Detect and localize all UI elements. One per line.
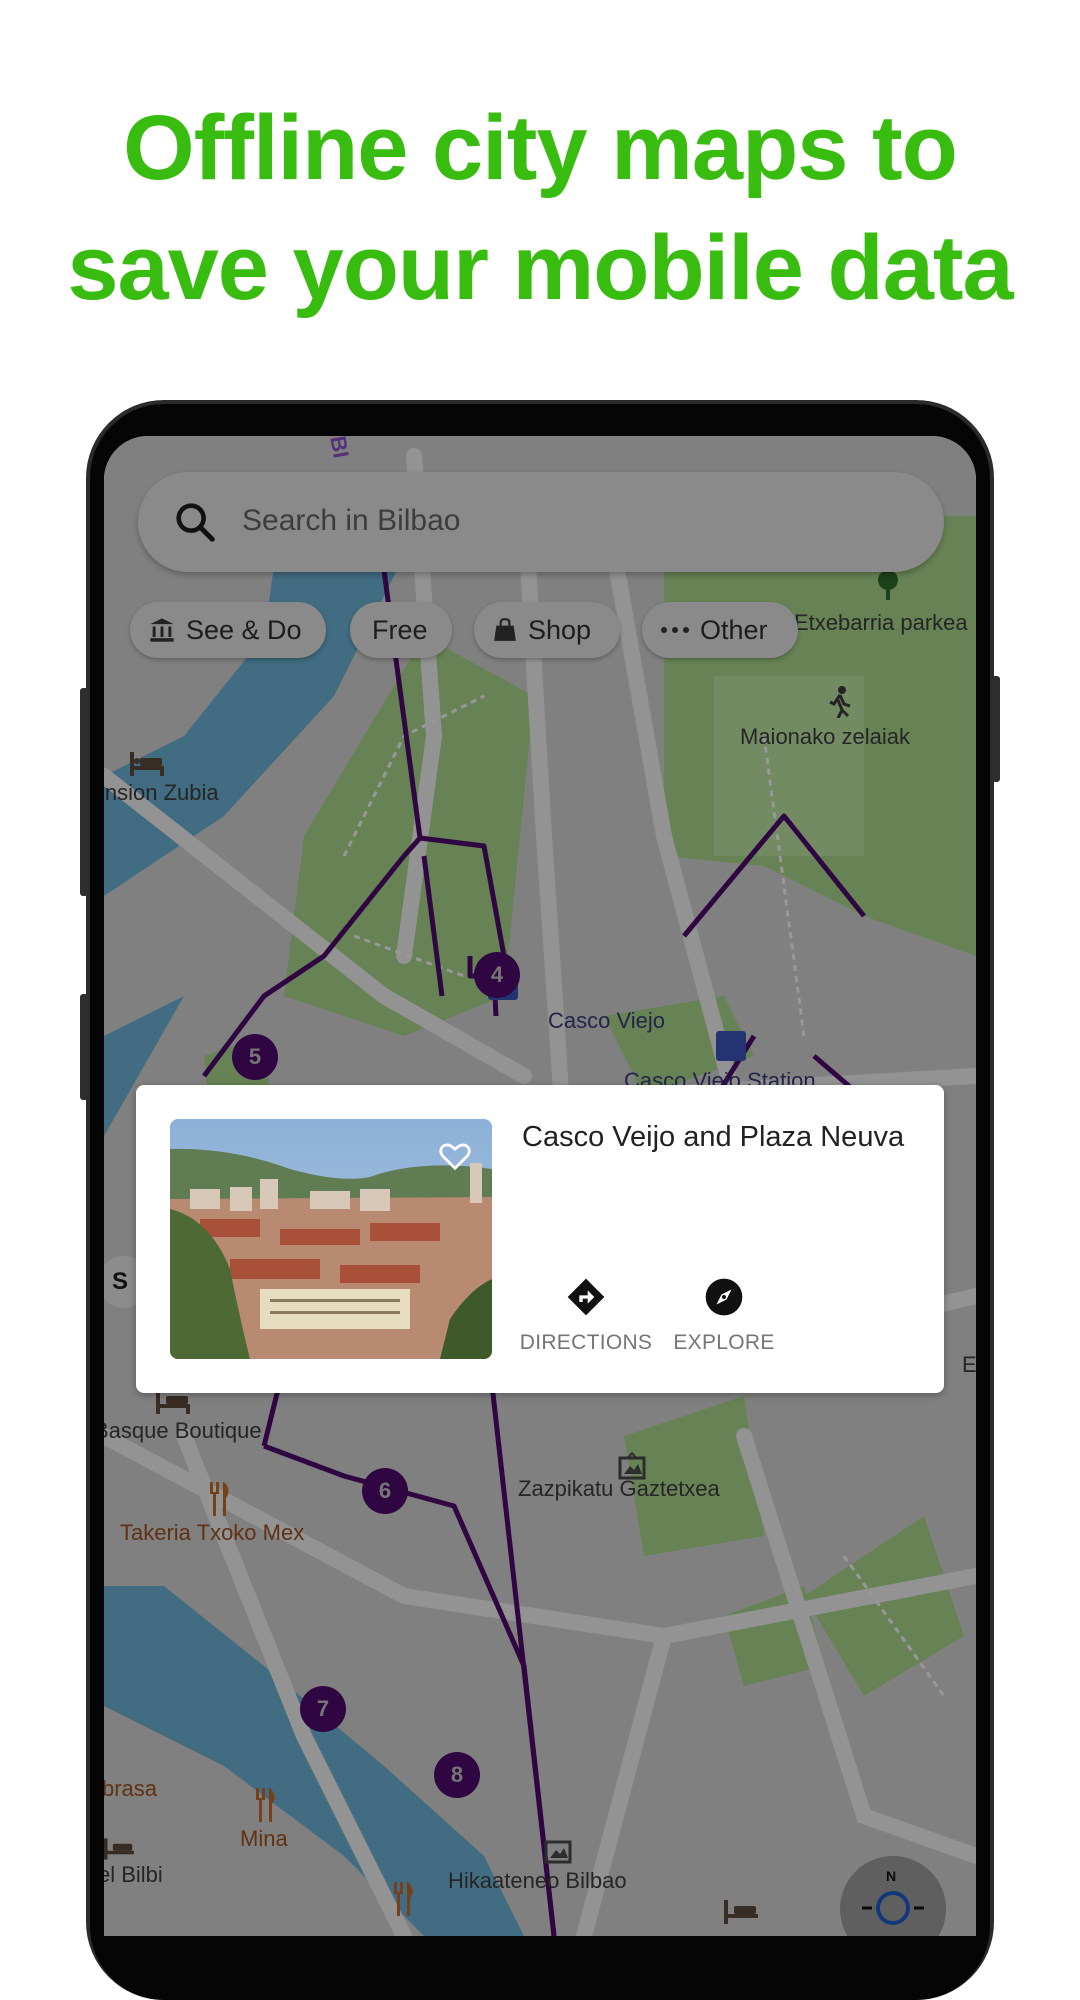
chip-see-and-do[interactable]: See & Do [130,602,326,658]
directions-label: DIRECTIONS [519,1331,653,1354]
chip-label: Other [700,614,768,645]
chip-label: See & Do [186,614,302,645]
route-stop-5[interactable]: 5 [232,1034,278,1080]
sports-running-icon[interactable] [826,686,854,718]
hotel-icon[interactable] [130,752,164,776]
chip-other[interactable]: Other [642,602,798,658]
map-label-brasa[interactable]: brasa [104,1776,157,1802]
route-stop-8[interactable]: 8 [434,1752,480,1798]
more-horizontal-icon [660,625,690,635]
restaurant-icon[interactable] [254,1788,278,1822]
map-label-takeria[interactable]: Takeria Txoko Mex [120,1520,304,1546]
metro-station-icon[interactable] [716,1031,746,1061]
phone-side-button [80,994,88,1100]
shopping-bag-icon [492,617,518,643]
phone-side-button [992,676,1000,782]
map-label-mina[interactable]: Mina [240,1826,288,1852]
chip-shop[interactable]: Shop [474,602,620,658]
map-label-hikaateneo[interactable]: Hikaateneo Bilbao [448,1868,627,1894]
compass-icon [862,1891,924,1925]
restaurant-icon[interactable] [392,1882,416,1916]
route-stop-7[interactable]: 7 [300,1686,346,1732]
chip-label: Free [372,614,428,645]
place-card[interactable]: Casco Veijo and Plaza Neuva DIRECTIONS E… [136,1085,944,1393]
heart-outline-icon[interactable] [438,1141,472,1171]
headline-line-2: save your mobile data [67,217,1013,319]
compass-icon [705,1278,743,1316]
park-tree-icon[interactable] [876,570,900,600]
map-label-maionako[interactable]: Maionako zelaiak [740,724,910,750]
route-stop-4[interactable]: 4 [474,952,520,998]
chip-label: Shop [528,614,592,645]
explore-label: EXPLORE [673,1331,775,1354]
explore-button[interactable]: EXPLORE [666,1275,782,1355]
headline-line-1: Offline city maps to [123,97,958,199]
map-side-button-label: S [112,1268,129,1295]
hotel-icon[interactable] [156,1390,190,1414]
hotel-icon[interactable] [104,1838,134,1860]
map-label-pension[interactable]: Pension Zubia [104,780,219,806]
map-label-bilbi[interactable]: el Bilbi [104,1862,163,1888]
map-label-basque-boutique[interactable]: Basque Boutique [104,1418,262,1444]
search-input[interactable]: Search in Bilbao [242,504,460,538]
phone-side-button [80,688,88,896]
hotel-icon[interactable] [724,1900,758,1924]
gallery-icon[interactable] [544,1836,572,1864]
map-label-casco-viejo[interactable]: Casco Viejo [548,1008,665,1034]
museum-icon [148,616,176,644]
search-bar[interactable]: Search in Bilbao [138,472,944,572]
restaurant-icon[interactable] [208,1482,232,1516]
search-icon [176,503,215,542]
map-label-etxebarria[interactable]: Etxebarria parkea [794,610,968,636]
gallery-icon[interactable] [618,1452,646,1480]
route-stop-6[interactable]: 6 [362,1468,408,1514]
place-photo[interactable] [170,1119,492,1359]
place-title: Casco Veijo and Plaza Neuva [522,1121,905,1153]
compass-north-label: N [886,1868,897,1884]
headline: Offline city maps to save your mobile da… [0,88,1080,328]
directions-button[interactable]: DIRECTIONS [518,1275,654,1355]
map-label-edge-e: E [962,1352,976,1377]
chip-free[interactable]: Free [350,602,452,658]
directions-icon [567,1278,605,1316]
